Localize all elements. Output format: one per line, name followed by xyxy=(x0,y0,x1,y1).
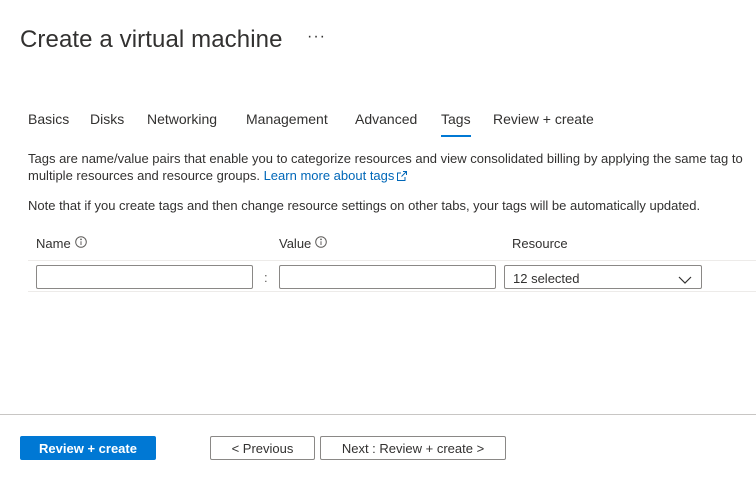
resource-dropdown[interactable]: 12 selected xyxy=(504,265,702,289)
external-link-icon xyxy=(397,168,408,185)
tab-tags[interactable]: Tags xyxy=(441,111,471,139)
footer-divider xyxy=(0,414,756,415)
column-header-resource-label: Resource xyxy=(512,236,568,251)
tab-advanced[interactable]: Advanced xyxy=(355,111,417,139)
tags-update-note: Note that if you create tags and then ch… xyxy=(28,198,701,213)
column-header-name: Name xyxy=(36,236,87,251)
tab-review-create[interactable]: Review + create xyxy=(493,111,594,139)
column-header-name-label: Name xyxy=(36,236,71,251)
column-header-value: Value xyxy=(279,236,328,251)
tab-networking[interactable]: Networking xyxy=(147,111,217,139)
column-header-value-label: Value xyxy=(279,236,312,251)
info-icon[interactable] xyxy=(315,236,328,251)
next-review-create-button[interactable]: Next : Review + create > xyxy=(320,436,506,460)
tag-name-input[interactable] xyxy=(36,265,253,289)
review-create-button[interactable]: Review + create xyxy=(20,436,156,460)
info-icon[interactable] xyxy=(74,236,87,251)
learn-more-tags-link-text: Learn more about tags xyxy=(263,168,395,183)
tab-disks[interactable]: Disks xyxy=(90,111,124,139)
column-header-resource: Resource xyxy=(512,236,568,251)
resource-dropdown-value: 12 selected xyxy=(513,271,580,286)
page-title: Create a virtual machine xyxy=(20,26,283,53)
previous-button[interactable]: < Previous xyxy=(210,436,315,460)
grid-row-divider xyxy=(28,291,756,292)
grid-header-divider xyxy=(28,260,756,261)
more-options-button[interactable]: ··· xyxy=(307,28,326,46)
name-value-separator: : xyxy=(264,270,268,285)
tag-value-input[interactable] xyxy=(279,265,496,289)
tab-management[interactable]: Management xyxy=(246,111,328,139)
tab-basics[interactable]: Basics xyxy=(28,111,69,139)
chevron-down-icon xyxy=(678,272,692,290)
learn-more-tags-link[interactable]: Learn more about tags xyxy=(264,168,408,183)
tags-description: Tags are name/value pairs that enable yo… xyxy=(28,150,748,185)
